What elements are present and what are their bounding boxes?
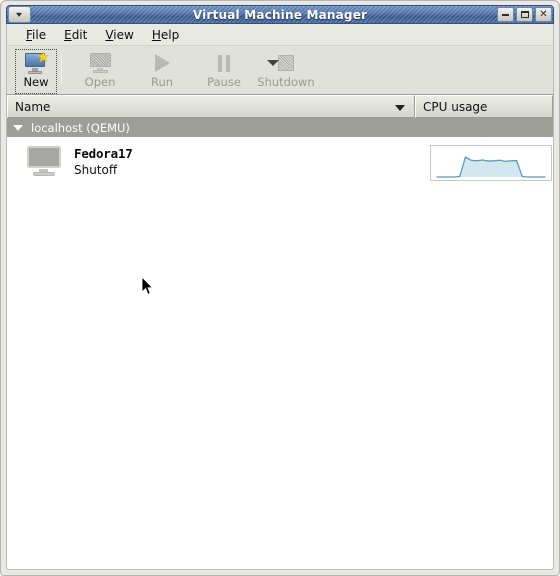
pause-label: Pause xyxy=(207,75,241,89)
column-header-name[interactable]: Name xyxy=(7,95,415,118)
new-vm-button[interactable]: ★ New xyxy=(15,49,57,94)
column-header-cpu-usage[interactable]: CPU usage xyxy=(415,95,553,118)
menubar: File Edit View Help xyxy=(6,24,554,46)
play-triangle-icon xyxy=(154,51,170,75)
open-label: Open xyxy=(84,75,116,89)
menu-item-help[interactable]: Help xyxy=(143,26,188,44)
minimize-button[interactable] xyxy=(497,7,514,22)
run-label: Run xyxy=(150,75,174,89)
mouse-cursor xyxy=(142,277,154,296)
pause-bars-icon xyxy=(218,51,230,75)
column-header-name-label: Name xyxy=(15,99,51,114)
minimize-icon xyxy=(502,13,509,16)
new-vm-label: New xyxy=(23,75,49,89)
list-group-row-localhost[interactable]: localhost (QEMU) xyxy=(7,118,553,137)
chevron-down-icon: ▾ xyxy=(16,9,23,19)
pause-button[interactable]: Pause xyxy=(193,49,255,93)
menu-item-file[interactable]: File xyxy=(17,26,55,44)
triangle-down-icon[interactable] xyxy=(13,124,23,131)
virtual-machine-manager-window: ▾ Virtual Machine Manager ✕ File Edit Vi… xyxy=(0,0,560,576)
maximize-icon xyxy=(520,11,529,18)
toolbar-separator xyxy=(61,54,62,84)
chevron-down-icon xyxy=(267,60,279,66)
toolbar-overflow-button[interactable] xyxy=(267,60,281,74)
triangle-down-icon xyxy=(395,105,405,111)
list-column-headers: Name CPU usage xyxy=(6,95,554,118)
vm-state: Shutoff xyxy=(74,162,118,177)
maximize-button[interactable] xyxy=(516,7,533,22)
open-monitor-icon xyxy=(89,51,112,75)
menu-item-view[interactable]: View xyxy=(96,26,142,44)
window-titlebar: ▾ Virtual Machine Manager ✕ xyxy=(6,5,554,24)
cpu-usage-sparkline xyxy=(430,145,552,181)
window-title: Virtual Machine Manager xyxy=(192,7,368,22)
vm-name: Fedora17 xyxy=(74,145,133,161)
shutdown-button[interactable]: Shutdown xyxy=(255,49,317,93)
close-icon: ✕ xyxy=(539,8,548,20)
toolbar: ★ New Open Run Pause Shutdown xyxy=(6,46,554,95)
monitor-shutoff-icon xyxy=(27,145,61,177)
cpu-usage-sparkline-svg xyxy=(436,156,546,178)
window-menu-button[interactable]: ▾ xyxy=(8,6,31,23)
table-row[interactable]: Fedora17 Shutoff xyxy=(7,137,553,185)
new-vm-monitor-star-icon: ★ xyxy=(24,50,50,75)
vm-list: localhost (QEMU) Fedora17 Shutoff xyxy=(6,118,554,570)
menu-item-edit[interactable]: Edit xyxy=(55,26,96,44)
list-group-label: localhost (QEMU) xyxy=(31,120,130,135)
column-header-cpu-usage-label: CPU usage xyxy=(423,99,488,114)
close-button[interactable]: ✕ xyxy=(535,7,552,22)
open-button[interactable]: Open xyxy=(69,49,131,93)
run-button[interactable]: Run xyxy=(131,49,193,93)
shutdown-label: Shutdown xyxy=(257,75,315,89)
